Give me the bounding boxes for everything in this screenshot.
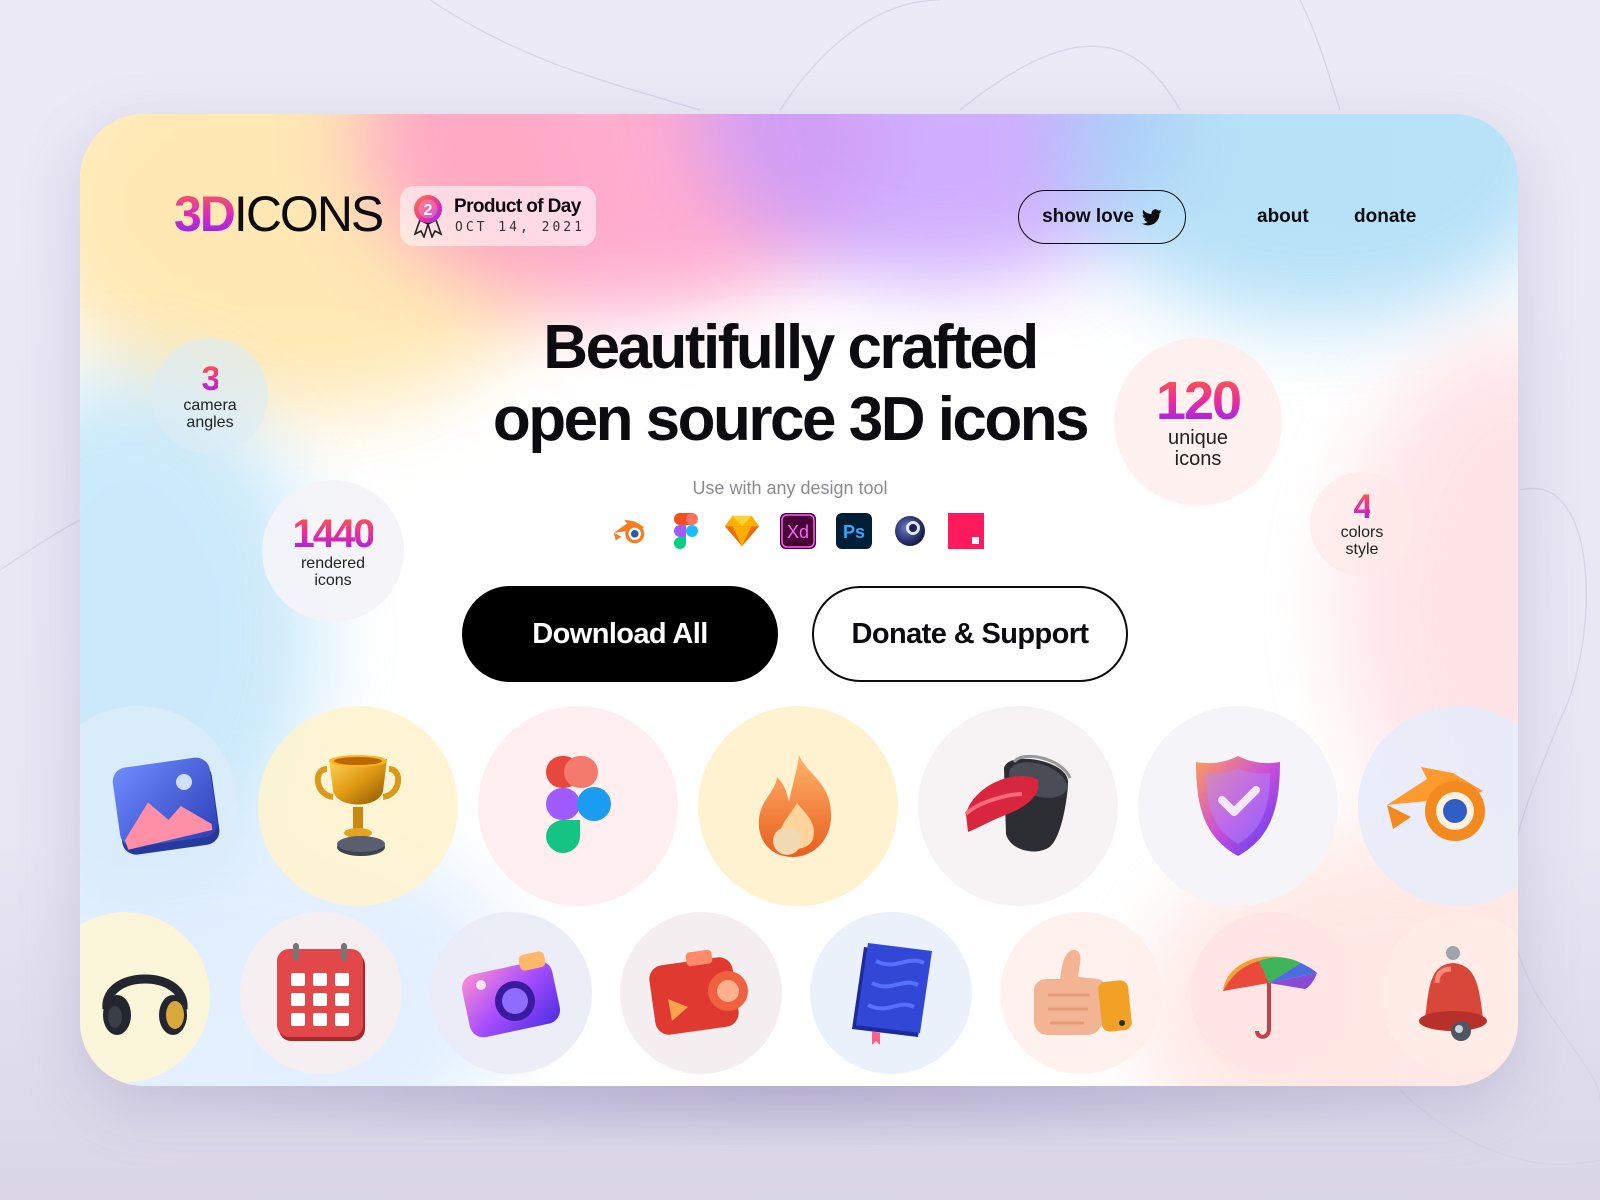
- headline-line-1: Beautifully crafted: [543, 313, 1039, 382]
- medal-icon: 2: [413, 195, 443, 238]
- figma-3d-icon[interactable]: [478, 706, 678, 906]
- fire-icon[interactable]: [698, 706, 898, 906]
- trophy-icon[interactable]: [258, 706, 458, 906]
- stat-value: 120: [1155, 371, 1242, 431]
- craft-icon: [948, 513, 984, 549]
- stat-label: icons: [1174, 448, 1222, 470]
- umbrella-icon[interactable]: [1190, 912, 1352, 1074]
- nav-donate-link[interactable]: donate: [1354, 206, 1416, 228]
- blender-icon: [612, 513, 648, 549]
- stat-rendered-icons: 1440 rendered icons: [262, 480, 404, 622]
- adobe-xd-icon: Xd: [780, 513, 816, 549]
- stat-label: style: [1345, 541, 1379, 558]
- stat-unique-icons: 120 unique icons: [1114, 338, 1282, 506]
- stat-value: 1440: [292, 512, 376, 556]
- nav-about-link[interactable]: about: [1257, 206, 1309, 228]
- show-love-button[interactable]: show love: [1018, 190, 1186, 244]
- logo-3d: 3D: [174, 186, 236, 242]
- hero-subtitle: Use with any design tool: [692, 478, 888, 498]
- main-card: 3D ICONS 2 Product of Day OCT 14, 2021 s…: [80, 114, 1518, 1086]
- video-camera-icon[interactable]: [620, 912, 782, 1074]
- shield-check-icon[interactable]: [1138, 706, 1338, 906]
- stat-label: unique: [1167, 427, 1229, 449]
- badge-title: Product of Day: [454, 196, 581, 217]
- hero-headline: Beautifully crafted open source 3D icons: [380, 312, 1200, 456]
- calendar-icon[interactable]: [240, 912, 402, 1074]
- badge-date: OCT 14, 2021: [455, 220, 585, 235]
- stat-label: angles: [186, 414, 234, 431]
- paint-bucket-icon[interactable]: [918, 706, 1118, 906]
- headline-line-2: open source 3D icons: [492, 385, 1090, 454]
- stat-colors-style: 4 colors style: [1310, 472, 1414, 576]
- badge-rank: 2: [424, 202, 433, 219]
- stat-value: 4: [1353, 488, 1373, 526]
- camera-icon[interactable]: [430, 912, 592, 1074]
- show-love-label: show love: [1042, 206, 1134, 227]
- sketch-icon: [724, 513, 760, 549]
- twitter-icon: [1141, 208, 1162, 225]
- photoshop-icon: Ps: [836, 513, 872, 549]
- stat-camera-angles: 3 camera angles: [152, 338, 268, 454]
- stat-label: icons: [314, 572, 352, 589]
- notebook-icon[interactable]: [810, 912, 972, 1074]
- stat-value: 3: [201, 360, 221, 398]
- design-tools-row: Xd Ps: [612, 513, 984, 553]
- logo-icons: ICONS: [233, 186, 384, 242]
- stat-label: camera: [183, 397, 237, 414]
- cinema4d-icon: [892, 513, 928, 549]
- figma-icon: [668, 513, 704, 549]
- product-of-day-badge[interactable]: 2 Product of Day OCT 14, 2021: [400, 186, 596, 246]
- stat-label: rendered: [300, 555, 366, 572]
- donate-support-button[interactable]: Donate & Support: [812, 586, 1128, 682]
- xd-label: Xd: [787, 522, 809, 542]
- ps-label: Ps: [843, 522, 865, 542]
- logo[interactable]: 3D ICONS: [174, 184, 384, 244]
- stat-label: colors: [1340, 524, 1384, 541]
- download-all-button[interactable]: Download All: [462, 586, 778, 682]
- thumbs-up-icon[interactable]: [1000, 912, 1162, 1074]
